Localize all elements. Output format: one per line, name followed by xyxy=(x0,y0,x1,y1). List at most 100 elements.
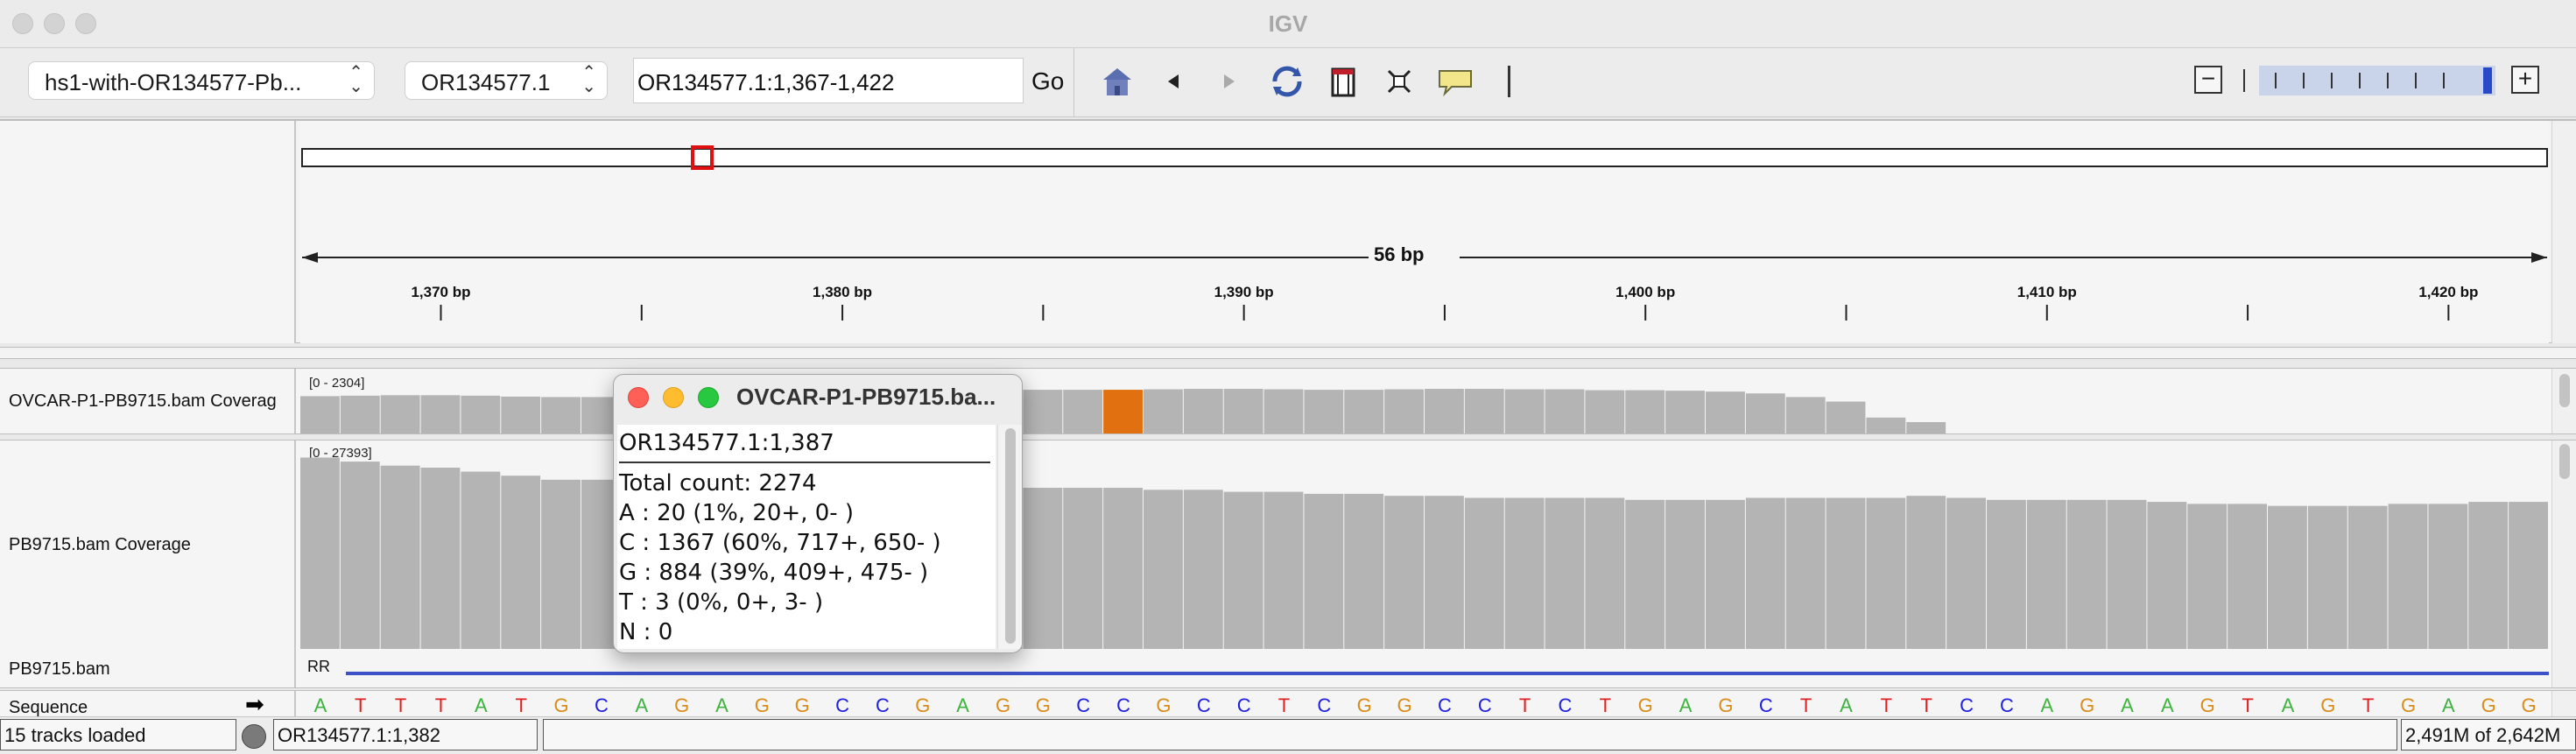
home-icon[interactable] xyxy=(1100,64,1135,99)
coverage-bar[interactable] xyxy=(1425,389,1464,433)
coverage-bar[interactable] xyxy=(1504,389,1545,433)
coverage-bar[interactable] xyxy=(1866,497,1906,650)
coverage-bar[interactable] xyxy=(1384,496,1424,649)
resize-tracks-icon[interactable] xyxy=(1382,64,1417,99)
coverage-bar[interactable] xyxy=(2107,499,2147,649)
coverage1-scrollbar[interactable] xyxy=(2551,369,2576,433)
back-arrow-icon[interactable] xyxy=(1156,64,1191,99)
genome-dropdown[interactable]: hs1-with-OR134577-Pb... ⌃ ⌄ xyxy=(28,61,375,100)
coverage-bar[interactable] xyxy=(380,465,420,649)
popup-zoom-button[interactable] xyxy=(698,387,719,408)
coverage2-track-name[interactable]: PB9715.bam Coverage xyxy=(9,535,191,555)
coverage-bar[interactable] xyxy=(2026,499,2066,649)
coverage-bar[interactable] xyxy=(1906,496,1946,649)
coverage-bar[interactable] xyxy=(2388,504,2428,649)
coverage-bar[interactable] xyxy=(1665,391,1705,433)
coverage-bar[interactable] xyxy=(1987,499,2026,649)
coverage-bar[interactable] xyxy=(1785,397,1826,433)
chromosome-dropdown[interactable]: OR134577.1 ⌃ ⌄ xyxy=(405,61,608,100)
coverage-bar[interactable] xyxy=(1344,493,1384,649)
coverage-bar[interactable] xyxy=(1304,390,1344,433)
coverage-bar[interactable] xyxy=(461,471,501,649)
coverage-bar[interactable] xyxy=(541,479,581,649)
coverage-bar[interactable] xyxy=(1866,417,1906,433)
coverage-bar[interactable] xyxy=(1183,389,1223,433)
coverage-bar[interactable] xyxy=(1665,499,1705,649)
coverage-bar[interactable] xyxy=(1906,422,1946,433)
coverage-bar[interactable] xyxy=(340,462,380,649)
coverage-bar[interactable] xyxy=(541,397,581,433)
locus-input[interactable]: OR134577.1:1,367-1,422 xyxy=(633,58,1024,103)
popup-scrollbar[interactable] xyxy=(997,425,1022,649)
coverage-bar[interactable] xyxy=(1103,488,1143,649)
coverage-bar[interactable] xyxy=(1706,499,1745,649)
coverage-bar[interactable] xyxy=(1706,391,1745,433)
coverage-bar[interactable] xyxy=(1745,497,1785,650)
coverage-bar[interactable] xyxy=(2509,502,2548,649)
coverage-bar[interactable] xyxy=(420,468,461,649)
coverage-bar[interactable] xyxy=(1344,390,1384,433)
refresh-icon[interactable] xyxy=(1268,64,1303,99)
coverage-bar[interactable] xyxy=(1263,389,1304,433)
coverage-bar[interactable] xyxy=(2468,502,2509,649)
coverage-bar[interactable] xyxy=(1826,497,1866,650)
sequence-track-name[interactable]: Sequence xyxy=(9,698,88,718)
chromosome-ideogram[interactable] xyxy=(301,148,2548,167)
scroll-thumb[interactable] xyxy=(2559,374,2570,407)
alignment-read[interactable] xyxy=(346,672,2549,675)
coverage-bar[interactable] xyxy=(1223,389,1263,433)
coverage-bar[interactable] xyxy=(1144,490,1183,649)
coverage-bar[interactable] xyxy=(300,396,340,433)
coverage-bar[interactable] xyxy=(2428,504,2468,649)
coverage-bar[interactable] xyxy=(461,395,501,433)
coverage-bar[interactable] xyxy=(1144,389,1183,433)
coverage-bar[interactable] xyxy=(300,457,340,650)
coverage-bar[interactable] xyxy=(2347,505,2388,649)
coverage-bar[interactable] xyxy=(1063,488,1103,649)
coverage-bar[interactable] xyxy=(1545,497,1585,650)
popup-info-icon[interactable] xyxy=(1436,64,1472,99)
coverage-bar[interactable] xyxy=(1384,389,1424,433)
coverage-bar[interactable] xyxy=(1464,389,1504,433)
coverage-bar[interactable] xyxy=(1545,389,1585,433)
coverage-bar[interactable] xyxy=(420,395,461,433)
alignment-track-name[interactable]: PB9715.bam xyxy=(9,659,110,680)
coverage-bar[interactable] xyxy=(1946,497,1986,650)
region-of-interest-icon[interactable] xyxy=(1326,64,1361,99)
coverage-bar[interactable] xyxy=(2147,502,2187,649)
coverage-bar[interactable] xyxy=(1425,496,1464,649)
zoom-thumb[interactable] xyxy=(2483,67,2492,94)
coverage-bar[interactable] xyxy=(1263,491,1304,649)
coverage-bar[interactable] xyxy=(1464,497,1504,650)
go-button[interactable]: Go xyxy=(1031,67,1064,95)
coverage-bar[interactable] xyxy=(340,395,380,433)
popup-scroll-thumb[interactable] xyxy=(1005,428,1016,644)
scroll-thumb[interactable] xyxy=(2559,444,2570,479)
zoom-slider[interactable] xyxy=(2259,66,2495,95)
header-scrollbar[interactable] xyxy=(2551,121,2576,343)
popup-close-button[interactable] xyxy=(628,387,649,408)
coverage-bar[interactable] xyxy=(1785,497,1826,650)
coverage-bar[interactable] xyxy=(1826,401,1866,433)
data-panel-scrollbar[interactable] xyxy=(2551,440,2576,687)
coverage-popup[interactable]: OVCAR-P1-PB9715.ba... OR134577.1:1,387 T… xyxy=(613,374,1023,653)
coverage-bar[interactable] xyxy=(1745,393,1785,433)
zoom-in-button[interactable]: + xyxy=(2511,66,2539,94)
coverage-bar[interactable] xyxy=(1625,390,1665,433)
coverage-bar[interactable] xyxy=(1183,490,1223,649)
coverage-bar[interactable] xyxy=(1023,488,1063,649)
coverage-bar[interactable] xyxy=(501,396,541,433)
forward-arrow-icon[interactable] xyxy=(1212,64,1247,99)
coverage-bar[interactable] xyxy=(2187,504,2228,649)
coverage-bar[interactable] xyxy=(2066,499,2107,649)
coverage-bar[interactable] xyxy=(1023,390,1063,433)
coverage-bar[interactable] xyxy=(380,395,420,433)
coverage-bar[interactable] xyxy=(2268,505,2307,649)
mismatch-coverage-bar[interactable] xyxy=(1103,390,1143,433)
coverage-bar[interactable] xyxy=(501,476,541,649)
strand-arrow-icon[interactable]: ➡ xyxy=(245,691,264,718)
zoom-out-button[interactable]: − xyxy=(2194,66,2222,94)
coverage1-track-name[interactable]: OVCAR-P1-PB9715.bam Coverag xyxy=(9,391,294,412)
coverage-bar[interactable] xyxy=(2228,504,2267,649)
coverage-bar[interactable] xyxy=(1304,493,1344,649)
